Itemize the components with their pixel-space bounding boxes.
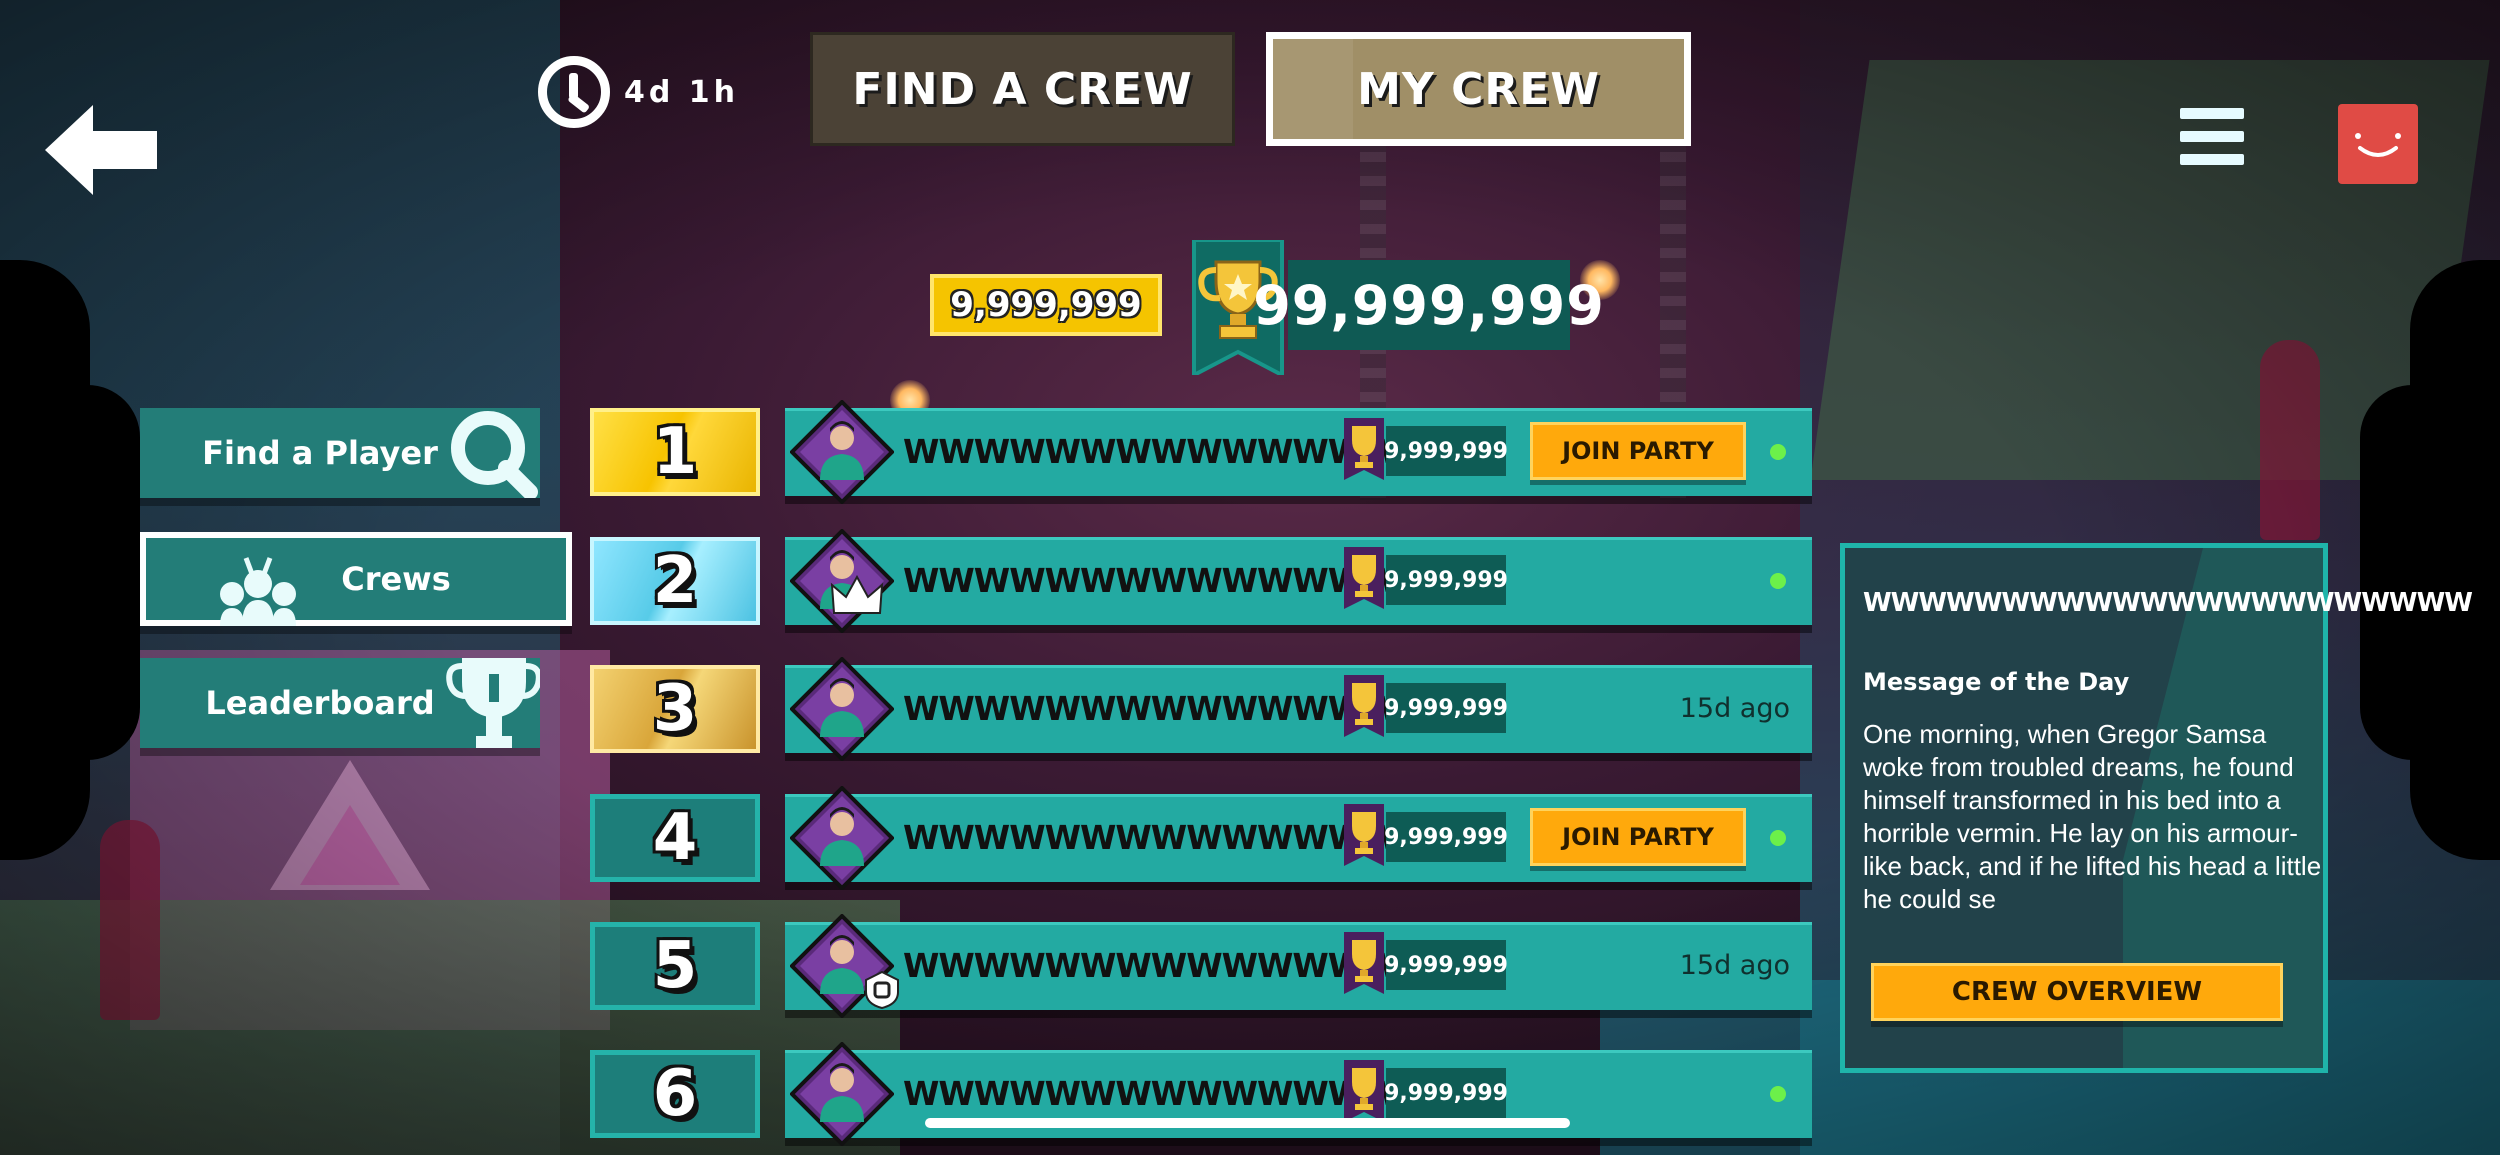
back-button[interactable] [45, 105, 160, 195]
device-notch-left [35, 385, 140, 760]
nav-leaderboard[interactable]: Leaderboard [140, 658, 540, 748]
season-timer: 4d 1h [538, 56, 739, 128]
last-seen-text: 15d ago [1679, 693, 1790, 724]
player-score: 9,999,999 [1384, 683, 1508, 733]
search-icon [451, 411, 538, 498]
player-avatar[interactable] [790, 786, 894, 890]
trophy-icon [1344, 418, 1384, 480]
online-status-indicator [1770, 1086, 1786, 1102]
crew-name: WWWWWWWWWWWWWWWWWWWWWW [1863, 588, 2473, 618]
player-avatar[interactable] [790, 1042, 894, 1146]
player-avatar[interactable] [790, 657, 894, 761]
hamburger-menu-icon[interactable] [2180, 108, 2244, 166]
member-row[interactable]: 5 WWWWWWWWWWWWWWWWW 9,999,999 15d ago [590, 914, 1812, 1018]
motd-title: Message of the Day [1863, 668, 2130, 696]
crew-info-panel: WWWWWWWWWWWWWWWWWWWWWW Message of the Da… [1840, 543, 2473, 1073]
rank-badge: 3 [590, 665, 760, 753]
rank-badge: 2 [590, 537, 760, 625]
smiley-icon [2355, 133, 2401, 157]
profile-avatar-button[interactable] [2338, 104, 2418, 184]
crew-overview-button[interactable]: CREW OVERVIEW [1871, 963, 2283, 1021]
trophy-icon [1344, 547, 1384, 609]
join-party-button[interactable]: JOIN PARTY [1530, 422, 1746, 480]
clock-icon [538, 56, 610, 128]
trophy-icon [446, 658, 540, 748]
player-score: 9,999,999 [1384, 940, 1508, 990]
tab-my-crew[interactable]: MY CREW [1266, 32, 1691, 146]
online-status-indicator [1770, 573, 1786, 589]
shield-icon [865, 970, 899, 1010]
crew-points-badge: 9,999,999 [930, 274, 1162, 336]
rank-badge: 1 [590, 408, 760, 496]
player-score: 9,999,999 [1384, 555, 1508, 605]
device-notch-right [2360, 385, 2465, 760]
member-row[interactable]: 3 WWWWWWWWWWWWWWWWW 9,999,999 15d ago [590, 657, 1812, 761]
nav-find-a-player[interactable]: Find a Player [140, 408, 540, 498]
online-status-indicator [1770, 830, 1786, 846]
trophy-icon [1344, 1060, 1384, 1122]
trophy-icon [1344, 675, 1384, 737]
tab-my-crew-label: MY CREW [1357, 63, 1600, 115]
home-indicator[interactable] [925, 1118, 1570, 1128]
last-seen-text: 15d ago [1679, 950, 1790, 981]
join-party-button[interactable]: JOIN PARTY [1530, 808, 1746, 866]
back-arrow-icon [45, 105, 157, 195]
member-row[interactable]: 2 WWWWWWWWWWWWWWWWW 9,999,999 [590, 529, 1812, 633]
player-score: 9,999,999 [1384, 426, 1508, 476]
tab-find-a-crew[interactable]: FIND A CREW [810, 32, 1235, 146]
rank-badge: 5 [590, 922, 760, 1010]
player-avatar[interactable] [790, 400, 894, 504]
member-row[interactable]: 4 WWWWWWWWWWWWWWWWW 9,999,999 JOIN PARTY [590, 786, 1812, 890]
member-row[interactable]: 1 WWWWWWWWWWWWWWWWW 9,999,999 JOIN PARTY [590, 400, 1812, 504]
member-row[interactable]: 6 WWWWWWWWWWWWWWWWW 9,999,999 [590, 1042, 1812, 1146]
crown-icon [830, 575, 884, 614]
rank-badge: 6 [590, 1050, 760, 1138]
player-score: 9,999,999 [1384, 812, 1508, 862]
nav-crews-label: Crews [341, 560, 451, 598]
trophy-icon [1344, 932, 1384, 994]
online-status-indicator [1770, 444, 1786, 460]
rank-badge: 4 [590, 794, 760, 882]
trophy-icon [1344, 804, 1384, 866]
crew-total-trophies: 99,999,999 [1253, 260, 1604, 350]
timer-text: 4d 1h [624, 74, 740, 110]
player-score: 9,999,999 [1384, 1068, 1508, 1118]
motd-body: One morning, when Gregor Samsa woke from… [1863, 719, 2322, 914]
nav-crews[interactable]: Crews [140, 532, 572, 626]
